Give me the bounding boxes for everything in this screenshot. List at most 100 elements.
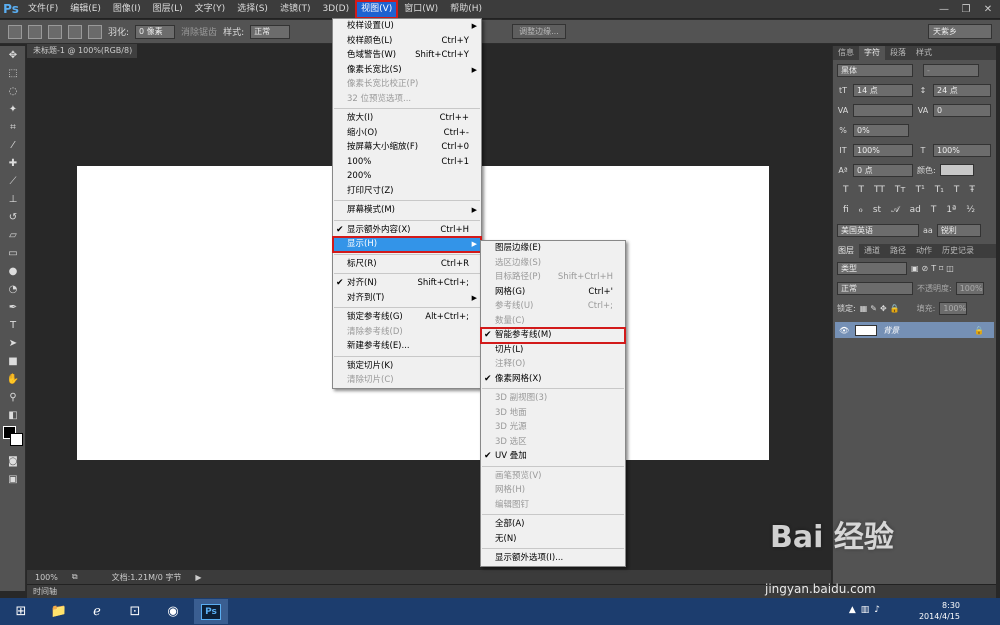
font-size-input[interactable]: 14 点 [853, 83, 913, 97]
menu-10[interactable]: 帮助(H) [444, 0, 488, 19]
file-explorer-icon[interactable]: 📁 [42, 599, 76, 624]
document-tab[interactable]: 未标题-1 @ 100%(RGB/8) [27, 44, 137, 58]
all-caps-icon[interactable]: TT [874, 185, 885, 195]
menu-item-14[interactable]: 3D 选区 [481, 435, 625, 450]
media-player-icon[interactable]: ◉ [156, 599, 190, 624]
subtract-selection-icon[interactable] [68, 24, 82, 39]
menu-9[interactable]: 窗口(W) [398, 0, 444, 19]
menu-item-16[interactable]: ✔ 显示额外内容(X) Ctrl+H [333, 223, 481, 238]
zoom-level[interactable]: 100% [35, 573, 58, 582]
quick-mask-icon[interactable]: ◙ [0, 452, 26, 470]
ligature-icon[interactable]: fi [843, 205, 849, 215]
zoom-tool-icon[interactable]: ⚲ [0, 388, 26, 406]
menu-item-25[interactable]: 清除参考线(D) [333, 325, 481, 340]
volume-icon[interactable]: ♪ [874, 605, 880, 615]
menu-item-12[interactable]: 打印尺寸(Z) [333, 184, 481, 199]
horizontal-scale-input[interactable]: 100% [933, 143, 991, 157]
color-swatches[interactable] [0, 424, 25, 452]
small-caps-icon[interactable]: Tт [895, 185, 906, 195]
panel-tab-3[interactable]: 样式 [911, 46, 937, 60]
menu-0[interactable]: 文件(F) [22, 0, 64, 19]
menu-item-7[interactable]: 切片(L) [481, 343, 625, 358]
fraction-icon[interactable]: ½ [966, 205, 975, 215]
default-colors-icon[interactable]: ◧ [0, 406, 26, 424]
faux-italic-icon[interactable]: T [859, 185, 865, 195]
menu-item-1[interactable]: 校样颜色(L) Ctrl+Y [333, 34, 481, 49]
menu-item-22[interactable]: 无(N) [481, 532, 625, 547]
menu-item-17[interactable]: 画笔预览(V) [481, 469, 625, 484]
type-tool-icon[interactable]: T [0, 316, 26, 334]
restore-icon[interactable]: ❐ [958, 2, 974, 16]
brush-tool-icon[interactable]: ⟋ [0, 172, 26, 190]
menu-item-15[interactable]: ✔ UV 叠加 [481, 449, 625, 464]
menu-item-5[interactable]: 数量(C) [481, 314, 625, 329]
background-color-swatch[interactable] [10, 433, 23, 446]
text-color-swatch[interactable] [939, 164, 974, 176]
history-brush-tool-icon[interactable]: ↺ [0, 208, 26, 226]
menu-item-24[interactable]: 显示额外选项(I)... [481, 551, 625, 566]
menu-item-21[interactable]: ✔ 对齐(N) Shift+Ctrl+; [333, 276, 481, 291]
panel-tab-2[interactable]: 路径 [885, 244, 911, 258]
opacity-input[interactable]: 100% [955, 281, 984, 295]
panel-tab-3[interactable]: 动作 [911, 244, 937, 258]
blend-mode-select[interactable]: 正常 [837, 281, 913, 295]
magic-wand-tool-icon[interactable]: ✦ [0, 100, 26, 118]
menu-item-19[interactable]: 编辑图钉 [481, 498, 625, 513]
lasso-tool-icon[interactable]: ◌ [0, 82, 26, 100]
menu-item-0[interactable]: 校样设置(U) ▶ [333, 19, 481, 34]
taskbar-clock[interactable]: 8:30 2014/4/15 [919, 600, 960, 622]
internet-explorer-icon[interactable]: ℯ [80, 599, 114, 624]
lock-icons[interactable]: ▦✎✥🔒 [860, 304, 903, 313]
menu-item-5[interactable]: 32 位预览选项... [333, 92, 481, 107]
minimize-icon[interactable]: — [936, 2, 952, 16]
titling-icon[interactable]: T [931, 205, 937, 215]
panel-tab-4[interactable]: 历史记录 [937, 244, 979, 258]
fill-input[interactable]: 100% [939, 301, 968, 315]
eraser-tool-icon[interactable]: ▱ [0, 226, 26, 244]
menu-item-2[interactable]: 色域警告(W) Shift+Ctrl+Y [333, 48, 481, 63]
shape-tool-icon[interactable]: ■ [0, 352, 26, 370]
vertical-scale-input[interactable]: 100% [853, 143, 913, 157]
font-style-select[interactable]: - [923, 63, 979, 77]
menu-item-4[interactable]: 参考线(U) Ctrl+; [481, 299, 625, 314]
layer-kind-filter[interactable]: 类型 [837, 261, 907, 275]
crop-tool-icon[interactable]: ⌗ [0, 118, 26, 136]
superscript-icon[interactable]: T¹ [916, 185, 925, 195]
stamp-tool-icon[interactable]: ⊥ [0, 190, 26, 208]
menu-item-12[interactable]: 3D 地面 [481, 406, 625, 421]
menu-item-7[interactable]: 放大(I) Ctrl++ [333, 111, 481, 126]
alt-ligature-icon[interactable]: ℴ [859, 205, 863, 215]
menu-3[interactable]: 图层(L) [147, 0, 189, 19]
marquee-tool-preset-icon[interactable] [8, 24, 22, 39]
photoshop-taskbar-button[interactable]: Ps [194, 599, 228, 624]
menu-item-3[interactable]: 像素长宽比(S) ▶ [333, 63, 481, 78]
menu-item-26[interactable]: 新建参考线(E)... [333, 339, 481, 354]
menu-item-24[interactable]: 锁定参考线(G) Alt+Ctrl+; [333, 310, 481, 325]
network-icon[interactable]: ▥ [861, 605, 870, 615]
menu-2[interactable]: 图像(I) [107, 0, 147, 19]
new-selection-icon[interactable] [28, 24, 42, 39]
visibility-eye-icon[interactable]: 👁 [839, 326, 849, 335]
menu-item-0[interactable]: 图层边缘(E) [481, 241, 625, 256]
move-tool-icon[interactable]: ✥ [0, 46, 26, 64]
underline-icon[interactable]: T [954, 185, 960, 195]
menu-item-6[interactable]: ✔ 智能参考线(M) [480, 327, 626, 344]
menu-item-4[interactable]: 像素长宽比校正(P) [333, 77, 481, 92]
antialias-checkbox[interactable]: 消除锯齿 [181, 25, 217, 38]
marquee-tool-icon[interactable]: ⬚ [0, 64, 26, 82]
menu-item-13[interactable]: 3D 光源 [481, 420, 625, 435]
menu-5[interactable]: 选择(S) [231, 0, 274, 19]
feather-input[interactable]: 0 像素 [135, 24, 176, 39]
menu-item-17[interactable]: 显示(H) ▶ [332, 236, 482, 253]
menu-item-8[interactable]: 缩小(O) Ctrl+- [333, 126, 481, 141]
style-select[interactable]: 正常 [250, 24, 291, 39]
menu-item-19[interactable]: 标尺(R) Ctrl+R [333, 257, 481, 272]
menu-item-11[interactable]: 3D 副视图(3) [481, 391, 625, 406]
pen-tool-icon[interactable]: ✒ [0, 298, 26, 316]
language-select[interactable]: 美国英语 [837, 223, 919, 237]
antialias-method-select[interactable]: 锐利 [936, 223, 981, 237]
swash-icon[interactable]: 𝒜 [891, 205, 900, 215]
ordinal-icon[interactable]: 1ª [946, 205, 956, 215]
status-arrow-icon[interactable]: ▶ [195, 573, 201, 582]
menu-item-14[interactable]: 屏幕模式(M) ▶ [333, 203, 481, 218]
